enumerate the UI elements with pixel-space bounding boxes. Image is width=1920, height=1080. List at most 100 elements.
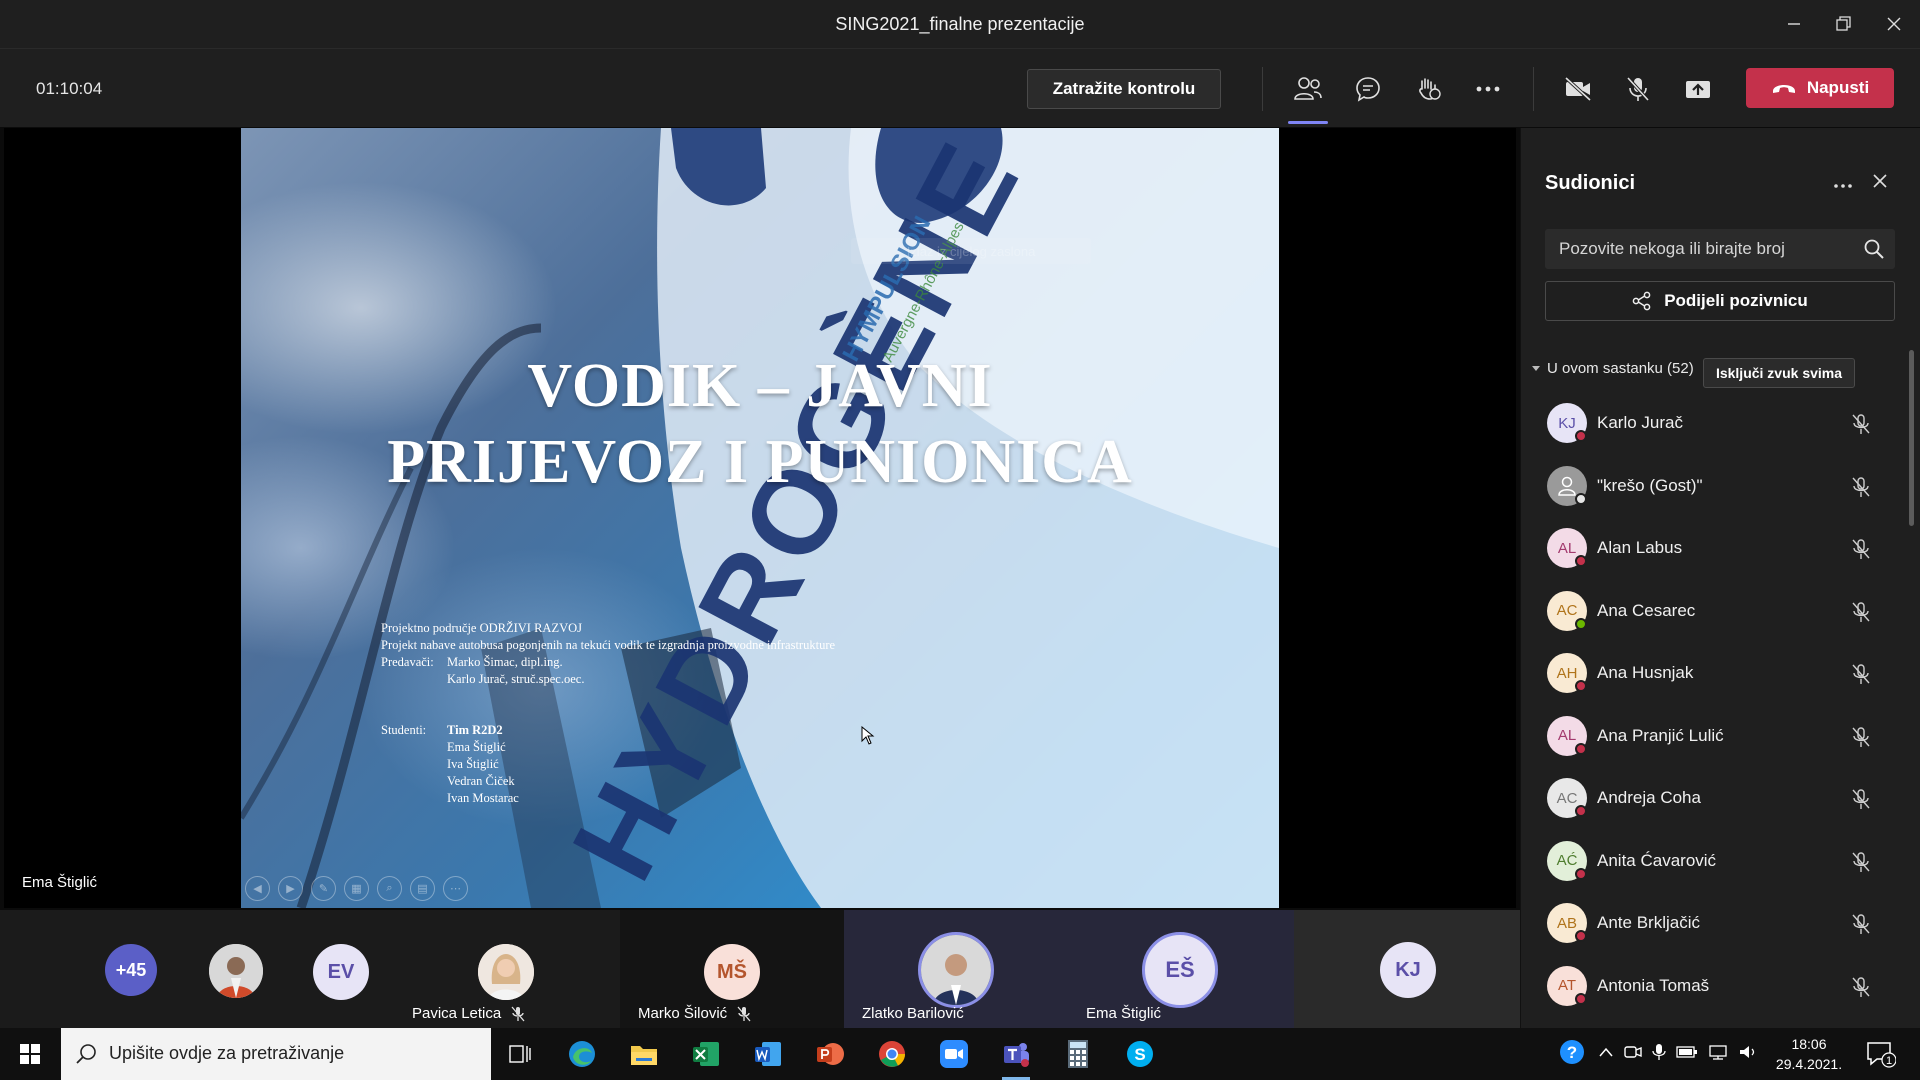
- notification-icon: 1: [1867, 1042, 1897, 1068]
- participant-tile[interactable]: Zlatko Barilović: [844, 910, 1068, 1028]
- taskbar-powerpoint[interactable]: [804, 1034, 856, 1074]
- camera-tray-icon[interactable]: [1624, 1044, 1642, 1065]
- request-control-button[interactable]: Zatražite kontrolu: [1027, 69, 1221, 109]
- participant-tile[interactable]: Pavica Letica: [394, 910, 618, 1028]
- slide-title-line-1: VODIK – JAVNI: [527, 352, 993, 420]
- microphone-tray-icon[interactable]: [1652, 1043, 1666, 1066]
- pen-icon[interactable]: ✎: [311, 876, 336, 901]
- volume-icon[interactable]: [1738, 1044, 1758, 1065]
- participant-tile[interactable]: MŠ Marko Šilović: [620, 910, 844, 1028]
- panel-more-button[interactable]: [1833, 172, 1853, 195]
- taskbar-chrome[interactable]: [866, 1034, 918, 1074]
- minimize-button[interactable]: [1774, 8, 1814, 40]
- taskbar-excel[interactable]: [680, 1034, 732, 1074]
- skype-icon: S: [1127, 1041, 1153, 1067]
- mic-off-icon[interactable]: [1851, 913, 1871, 940]
- exit-fullscreen-hint: Izlaz iz cijelog zaslona: [851, 238, 1091, 264]
- more-icon: [1476, 86, 1500, 92]
- participant-name: Pavica Letica: [412, 1005, 502, 1022]
- taskbar-clock[interactable]: 18:06 29.4.2021.: [1764, 1034, 1854, 1074]
- battery-icon[interactable]: [1676, 1045, 1698, 1064]
- participants-button[interactable]: [1288, 73, 1328, 105]
- slide-background-art: HYDROGÈNE HYMPULSION Auvergne-Rhône-Alpe…: [241, 128, 1279, 908]
- participant-row[interactable]: "krešo (Gost)": [1521, 455, 1901, 518]
- in-meeting-section-toggle[interactable]: U ovom sastanku (52): [1531, 360, 1694, 377]
- participant-name: Alan Labus: [1597, 538, 1683, 558]
- participant-row[interactable]: AĆ Anita Ćavarović: [1521, 830, 1901, 893]
- calculator-icon: [1068, 1040, 1088, 1068]
- participant-name-row: Pavica Letica: [412, 1005, 525, 1022]
- more-options-icon[interactable]: ⋯: [443, 876, 468, 901]
- taskbar-skype[interactable]: S: [1114, 1034, 1166, 1074]
- participant-row[interactable]: KJ Karlo Jurač: [1521, 392, 1901, 455]
- share-invite-button[interactable]: Podijeli pozivnicu: [1545, 281, 1895, 321]
- meeting-toolbar: 01:10:04 Zatražite kontrolu Napusti: [0, 49, 1920, 127]
- share-invite-label: Podijeli pozivnicu: [1664, 291, 1808, 310]
- taskbar-file-explorer[interactable]: [618, 1034, 670, 1074]
- mic-toggle-button[interactable]: [1618, 73, 1658, 105]
- mic-off-icon[interactable]: [1851, 788, 1871, 815]
- taskbar-zoom[interactable]: [928, 1034, 980, 1074]
- presence-status-dot: [1575, 492, 1587, 505]
- camera-toggle-button[interactable]: [1558, 73, 1598, 105]
- network-icon[interactable]: [1708, 1044, 1728, 1065]
- mic-off-icon[interactable]: [1851, 476, 1871, 503]
- close-window-button[interactable]: [1874, 8, 1914, 40]
- invite-search-input[interactable]: [1545, 229, 1845, 269]
- mic-off-icon[interactable]: [1851, 538, 1871, 565]
- mic-off-icon[interactable]: [1851, 413, 1871, 440]
- participant-row[interactable]: AH Ana Husnjak: [1521, 642, 1901, 705]
- mic-off-icon[interactable]: [1851, 976, 1871, 1003]
- windows-logo-icon: [20, 1044, 40, 1064]
- subtitles-icon[interactable]: ▤: [410, 876, 435, 901]
- previous-slide-icon[interactable]: ◀: [245, 876, 270, 901]
- chat-button[interactable]: [1348, 73, 1388, 105]
- overflow-participants-button[interactable]: +45: [105, 944, 157, 996]
- mute-all-button[interactable]: Isključi zvuk svima: [1703, 358, 1855, 388]
- participant-row[interactable]: AC Andreja Coha: [1521, 767, 1901, 830]
- presentation-slide: HYDROGÈNE HYMPULSION Auvergne-Rhône-Alpe…: [241, 128, 1279, 908]
- show-hidden-icons-icon[interactable]: [1598, 1045, 1614, 1063]
- chrome-icon: [879, 1041, 905, 1067]
- taskbar-teams[interactable]: [990, 1034, 1042, 1080]
- taskbar-word[interactable]: [742, 1034, 794, 1074]
- team-name: Tim R2D2: [447, 723, 503, 737]
- participant-photo-avatar[interactable]: [209, 944, 263, 998]
- student-name: Ivan Mostarac: [447, 791, 519, 805]
- taskbar-calculator[interactable]: [1052, 1034, 1104, 1074]
- hang-up-icon: [1772, 85, 1795, 93]
- participant-tile[interactable]: KJ: [1294, 910, 1520, 1028]
- mic-off-icon[interactable]: [1851, 726, 1871, 753]
- search-icon[interactable]: [1863, 238, 1885, 260]
- mic-off-icon[interactable]: [1851, 663, 1871, 690]
- mic-off-icon[interactable]: [1851, 601, 1871, 628]
- taskbar-edge[interactable]: [556, 1034, 608, 1074]
- mic-off-icon[interactable]: [1851, 851, 1871, 878]
- participant-row[interactable]: AC Ana Cesarec: [1521, 580, 1901, 643]
- next-slide-icon[interactable]: ▶: [278, 876, 303, 901]
- title-bar: SING2021_finalne prezentacije: [0, 0, 1920, 49]
- participant-row[interactable]: AT Antonia Tomaš: [1521, 955, 1901, 1018]
- restore-button[interactable]: [1824, 8, 1864, 40]
- zoom-icon[interactable]: ⌕: [377, 876, 402, 901]
- task-view-button[interactable]: [494, 1034, 546, 1074]
- leave-button[interactable]: Napusti: [1746, 68, 1894, 108]
- participant-list-scrollbar[interactable]: [1909, 350, 1914, 526]
- participant-row[interactable]: AL Alan Labus: [1521, 517, 1901, 580]
- more-actions-button[interactable]: [1468, 73, 1508, 105]
- reactions-button[interactable]: [1408, 73, 1448, 105]
- taskbar-search-box[interactable]: Upišite ovdje za pretraživanje: [61, 1028, 491, 1080]
- slides-grid-icon[interactable]: ▦: [344, 876, 369, 901]
- help-icon[interactable]: ?: [1558, 1038, 1586, 1071]
- participant-initials-avatar[interactable]: EV: [313, 944, 369, 1000]
- slideshow-controls: ◀ ▶ ✎ ▦ ⌕ ▤ ⋯: [245, 876, 468, 901]
- panel-close-button[interactable]: [1871, 170, 1889, 196]
- share-screen-button[interactable]: [1678, 73, 1718, 105]
- notifications-button[interactable]: 1: [1866, 1040, 1897, 1073]
- start-button[interactable]: [0, 1028, 60, 1080]
- participant-row[interactable]: AL Ana Pranjić Lulić: [1521, 705, 1901, 768]
- participant-tile[interactable]: EŠ Ema Štiglić: [1068, 910, 1294, 1028]
- participant-row[interactable]: AB Ante Brkljačić: [1521, 892, 1901, 955]
- windows-taskbar: Upišite ovdje za pretraživanje S ? 18:06…: [0, 1028, 1920, 1080]
- students-list: Tim R2D2 Ema Štiglić Iva Štiglić Vedran …: [447, 722, 519, 807]
